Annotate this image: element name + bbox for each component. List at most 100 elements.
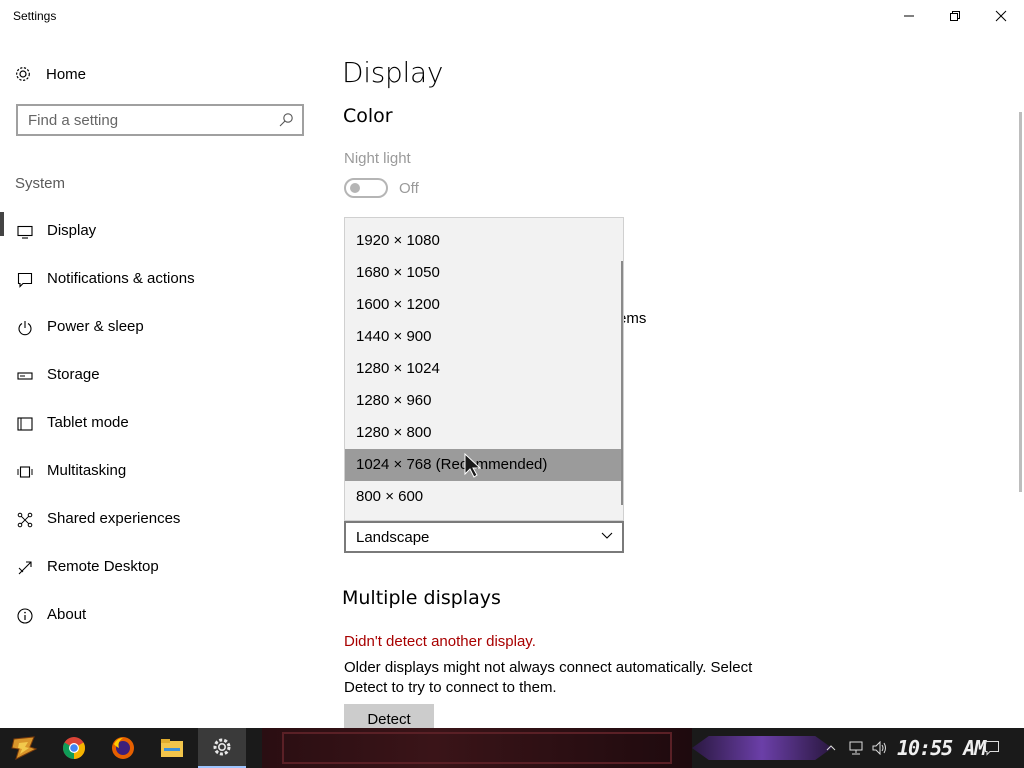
main-content: Display Color Night light Off ems 1920 ×… [320, 32, 1024, 728]
search-box[interactable] [16, 104, 304, 136]
sidebar-item-tablet-mode[interactable]: Tablet mode [0, 400, 320, 448]
info-icon [16, 607, 34, 625]
resolution-option[interactable]: 1280 × 800 [345, 417, 623, 449]
firefox-icon [112, 737, 134, 759]
multitasking-icon [16, 463, 34, 481]
chevron-down-icon [601, 532, 613, 539]
sidebar-item-label: Notifications & actions [47, 270, 195, 287]
close-button[interactable] [978, 0, 1024, 32]
home-label: Home [46, 65, 87, 83]
chevron-up-icon [826, 745, 836, 751]
active-indicator [0, 212, 4, 236]
option-label: 1280 × 960 [356, 392, 432, 409]
resolution-option[interactable]: 800 × 600 [345, 481, 623, 513]
dropdown-scrollbar[interactable] [621, 261, 623, 505]
page-title: Display [342, 56, 444, 89]
search-input[interactable] [18, 106, 268, 134]
multiple-displays-heading: Multiple displays [342, 587, 501, 609]
option-label: 1024 × 768 (Recommended) [356, 456, 548, 473]
resolution-option[interactable]: 1920 × 1080 [345, 225, 623, 257]
monitor-icon [16, 223, 34, 241]
option-label: 1440 × 900 [356, 328, 432, 345]
start-button[interactable] [0, 728, 48, 768]
start-icon [11, 736, 38, 760]
orientation-value: Landscape [356, 529, 430, 546]
shared-icon [16, 511, 34, 529]
toggle-knob [350, 183, 360, 193]
volume-tray-button[interactable] [870, 728, 890, 768]
resolution-option[interactable]: 1280 × 960 [345, 385, 623, 417]
sidebar-item-label: Shared experiences [47, 510, 181, 527]
taskbar-clock[interactable]: 10:55 AM [897, 736, 986, 760]
tablet-icon [16, 415, 34, 433]
settings-window: Settings Home System [0, 0, 1024, 728]
minimize-icon [904, 15, 914, 17]
taskbar-file-explorer[interactable] [148, 728, 196, 768]
page-scrollbar[interactable] [1019, 112, 1022, 492]
color-heading: Color [343, 105, 393, 127]
resolution-option-selected[interactable]: 1024 × 768 (Recommended) [345, 449, 623, 481]
show-hidden-icons-button[interactable] [824, 728, 838, 768]
sidebar-item-label: Remote Desktop [47, 558, 159, 575]
taskbar: 10:55 AM [0, 728, 1024, 768]
network-tray-button[interactable] [846, 728, 866, 768]
resolution-option[interactable]: 1600 × 1200 [345, 289, 623, 321]
sidebar-item-label: Multitasking [47, 462, 127, 479]
gear-icon [16, 67, 30, 81]
sidebar-item-label: Tablet mode [47, 414, 129, 431]
network-icon [849, 741, 863, 755]
resolution-option[interactable]: 1440 × 900 [345, 321, 623, 353]
option-label: 1600 × 1200 [356, 296, 440, 313]
sidebar-item-label: About [47, 606, 87, 623]
sidebar-nav: Display Notifications & actions Power & … [0, 208, 320, 640]
resolution-option[interactable]: 1680 × 1050 [345, 257, 623, 289]
restore-button[interactable] [932, 0, 978, 32]
home-link[interactable]: Home [14, 62, 86, 86]
sidebar-item-storage[interactable]: Storage [0, 352, 320, 400]
sidebar-item-shared-experiences[interactable]: Shared experiences [0, 496, 320, 544]
section-label-system: System [15, 175, 66, 192]
sidebar-item-about[interactable]: About [0, 592, 320, 640]
taskbar-wallpaper-strip [262, 728, 692, 768]
option-label: 1680 × 1050 [356, 264, 440, 281]
volume-icon [872, 741, 886, 755]
taskbar-decoration [692, 736, 832, 760]
search-icon[interactable] [278, 112, 294, 128]
action-center-button[interactable] [980, 728, 1004, 768]
option-label: 1920 × 1080 [356, 232, 440, 249]
window-title: Settings [13, 9, 57, 23]
settings-icon [213, 738, 231, 756]
remote-desktop-icon [16, 559, 34, 577]
sidebar-item-label: Storage [47, 366, 100, 383]
power-icon [16, 319, 34, 337]
orientation-select[interactable]: Landscape [344, 521, 624, 553]
sidebar: Home System Display Notificati [0, 32, 320, 728]
minimize-button[interactable] [886, 0, 932, 32]
taskbar-firefox[interactable] [99, 728, 147, 768]
restore-icon [950, 11, 960, 21]
notification-icon [16, 271, 34, 289]
night-light-label: Night light [344, 150, 411, 167]
taskbar-settings[interactable] [198, 728, 246, 768]
night-light-toggle[interactable] [344, 178, 388, 198]
sidebar-item-remote-desktop[interactable]: Remote Desktop [0, 544, 320, 592]
no-display-warning: Didn't detect another display. [344, 633, 536, 650]
title-bar: Settings [0, 0, 1024, 32]
sidebar-item-power[interactable]: Power & sleep [0, 304, 320, 352]
resolution-dropdown-list[interactable]: 1920 × 1080 1680 × 1050 1600 × 1200 1440… [344, 217, 624, 521]
sidebar-item-display[interactable]: Display [0, 208, 320, 256]
option-label: 1280 × 800 [356, 424, 432, 441]
action-center-icon [985, 741, 999, 756]
sidebar-item-multitasking[interactable]: Multitasking [0, 448, 320, 496]
storage-icon [16, 367, 34, 385]
taskbar-chrome[interactable] [50, 728, 98, 768]
resolution-option[interactable]: 1280 × 1024 [345, 353, 623, 385]
mouse-cursor-icon [464, 452, 482, 478]
sidebar-item-label: Display [47, 222, 97, 239]
detect-button[interactable]: Detect [344, 704, 434, 728]
close-icon [995, 10, 1007, 22]
sidebar-item-notifications[interactable]: Notifications & actions [0, 256, 320, 304]
night-light-state: Off [399, 180, 419, 197]
sidebar-item-label: Power & sleep [47, 318, 144, 335]
chrome-icon [63, 737, 85, 759]
